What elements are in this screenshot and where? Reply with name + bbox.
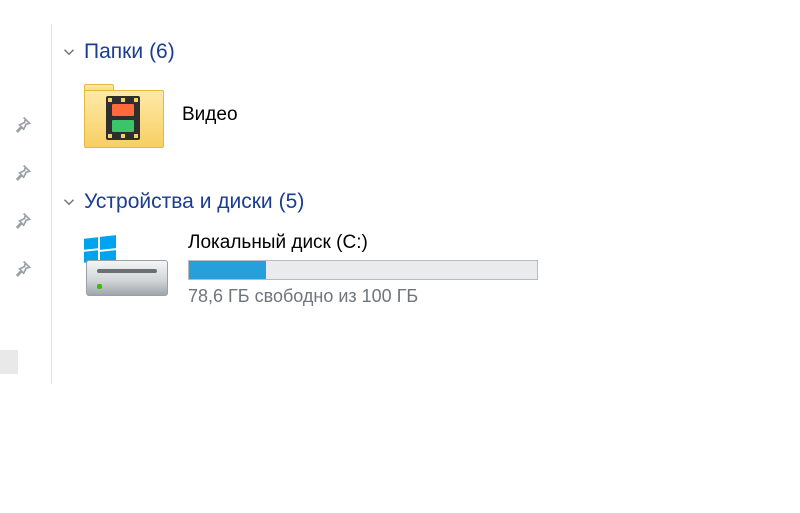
drive-name: Локальный диск (C:) [188, 232, 538, 254]
drive-capacity-fill [189, 261, 266, 279]
sidebar-fragment [0, 350, 18, 374]
main-content: Папки (6) Видео [60, 40, 538, 307]
group-header-devices[interactable]: Устройства и диски (5) [60, 190, 538, 214]
quick-access-sidebar [0, 0, 52, 513]
chevron-down-icon [60, 43, 78, 61]
pin-icon[interactable] [12, 163, 32, 183]
folder-item-label: Видео [182, 104, 238, 126]
group-devices-label: Устройства и диски [84, 190, 273, 214]
group-header-folders[interactable]: Папки (6) [60, 40, 538, 64]
drive-item-c[interactable]: Локальный диск (C:) 78,6 ГБ свободно из … [84, 232, 538, 307]
folder-item-video[interactable]: Видео [84, 84, 538, 146]
sidebar-separator [51, 24, 52, 384]
pin-icon[interactable] [12, 211, 32, 231]
group-folders-label: Папки [84, 40, 143, 64]
pin-icon[interactable] [12, 259, 32, 279]
drive-free-text: 78,6 ГБ свободно из 100 ГБ [188, 286, 538, 307]
videos-folder-icon [84, 84, 162, 146]
drive-capacity-bar [188, 260, 538, 280]
group-folders-count: (6) [149, 40, 175, 64]
group-devices-count: (5) [279, 190, 305, 214]
chevron-down-icon [60, 193, 78, 211]
local-disk-icon [84, 232, 168, 298]
pin-icon[interactable] [12, 115, 32, 135]
